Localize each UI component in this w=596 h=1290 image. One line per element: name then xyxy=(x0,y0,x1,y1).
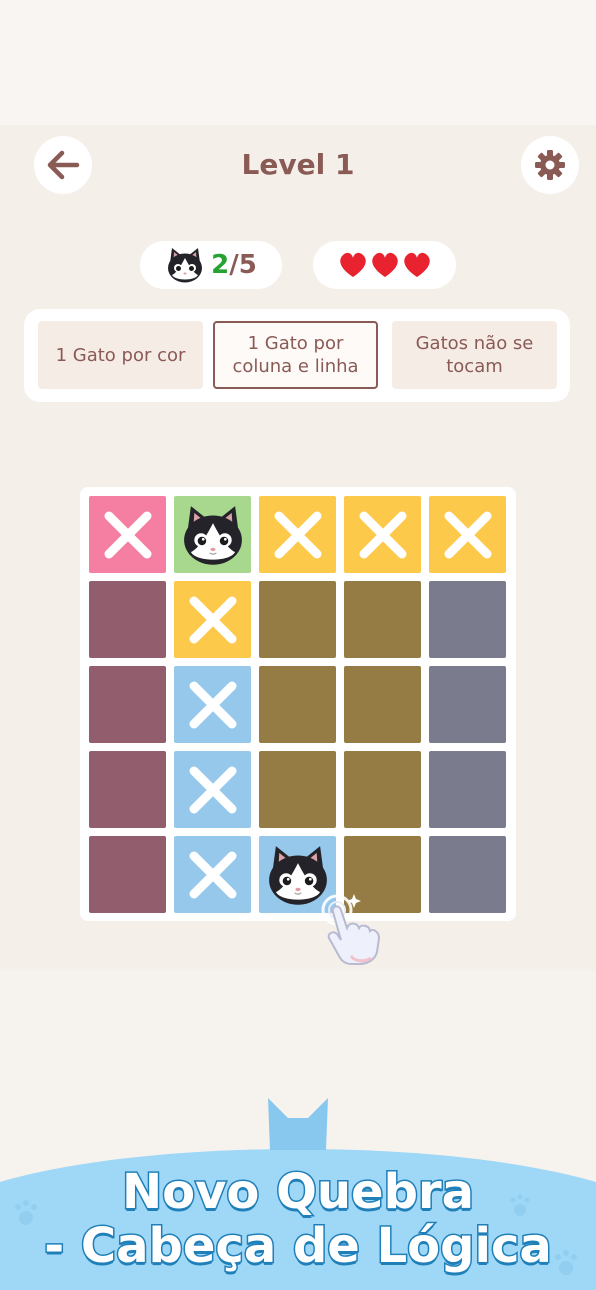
cats-found-counter: 2/5 xyxy=(140,241,282,289)
x-mark-icon xyxy=(189,681,236,728)
board-cell[interactable] xyxy=(429,496,506,573)
board-cell[interactable] xyxy=(429,581,506,658)
board-cell[interactable] xyxy=(344,496,421,573)
x-mark-icon xyxy=(359,511,406,558)
heart-icon xyxy=(403,252,430,277)
x-mark-icon xyxy=(189,766,236,813)
board-cell[interactable] xyxy=(174,666,251,743)
board-cell[interactable] xyxy=(344,666,421,743)
board-cell[interactable] xyxy=(89,751,166,828)
hearts xyxy=(339,252,430,277)
board-cell[interactable] xyxy=(344,581,421,658)
rule-one-cat-per-color[interactable]: 1 Gato por cor xyxy=(38,321,203,389)
board-cell[interactable] xyxy=(259,496,336,573)
heart-icon xyxy=(339,252,366,277)
board-cell[interactable] xyxy=(259,751,336,828)
cat-icon xyxy=(183,505,242,565)
rule-cats-dont-touch[interactable]: Gatos não se tocam xyxy=(392,321,557,389)
board-cell[interactable] xyxy=(174,496,251,573)
board-cell[interactable] xyxy=(89,836,166,913)
board-cell[interactable] xyxy=(89,496,166,573)
level-title: Level 1 xyxy=(241,148,355,181)
top-margin xyxy=(0,0,596,125)
promo-title-line1: Novo Quebra xyxy=(120,1163,475,1222)
board-cell[interactable] xyxy=(174,836,251,913)
lives-display xyxy=(313,241,456,289)
board-cell[interactable] xyxy=(344,751,421,828)
x-mark-icon xyxy=(189,851,236,898)
settings-button[interactable] xyxy=(521,136,579,194)
x-mark-icon xyxy=(444,511,491,558)
x-mark-icon xyxy=(104,511,151,558)
x-mark-icon xyxy=(274,511,321,558)
board-cell[interactable] xyxy=(174,581,251,658)
rules-panel: 1 Gato por cor 1 Gato por coluna e linha… xyxy=(24,309,570,402)
board-cell[interactable] xyxy=(429,666,506,743)
board-cell[interactable] xyxy=(259,666,336,743)
cat-face-icon xyxy=(168,248,203,283)
board-cell[interactable] xyxy=(259,581,336,658)
board-cell[interactable] xyxy=(429,836,506,913)
cats-found-value: 2 xyxy=(211,250,230,280)
tap-hand-icon xyxy=(321,894,381,965)
x-mark-icon xyxy=(189,596,236,643)
puzzle-board xyxy=(80,487,516,921)
board-cell[interactable] xyxy=(89,581,166,658)
rule-one-cat-per-row-column[interactable]: 1 Gato por coluna e linha xyxy=(213,321,378,389)
board-cell[interactable] xyxy=(429,751,506,828)
promo-title-line2: - Cabeça de Lógica xyxy=(43,1217,554,1276)
cats-total-value: /5 xyxy=(229,250,257,280)
board-cell[interactable] xyxy=(89,666,166,743)
board-cell[interactable] xyxy=(174,751,251,828)
gear-icon xyxy=(535,150,565,180)
heart-icon xyxy=(371,252,398,277)
